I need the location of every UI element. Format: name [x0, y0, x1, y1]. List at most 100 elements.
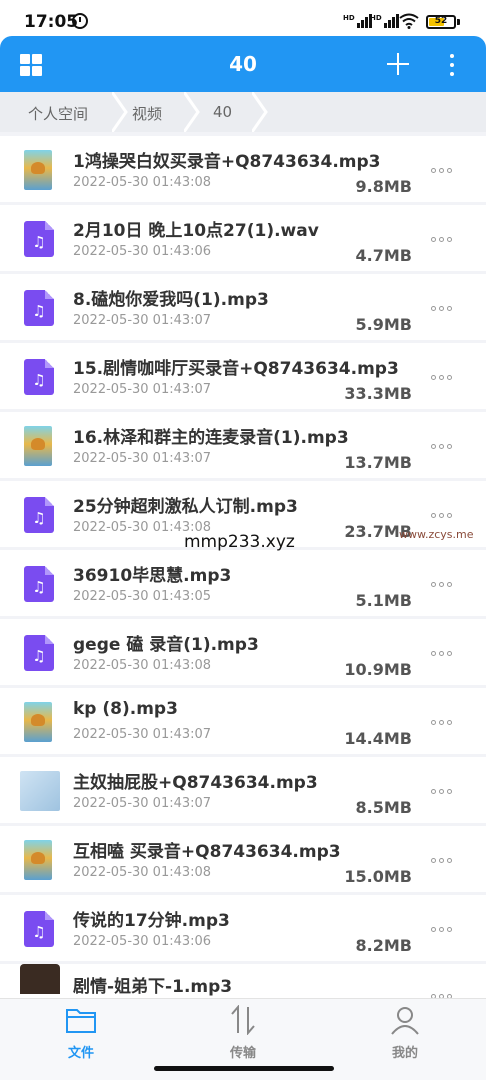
file-date: 2022-05-30 01:43:08	[73, 865, 212, 880]
more-options-icon[interactable]	[431, 649, 453, 657]
file-name: 剧情-姐弟下-1.mp3	[73, 977, 233, 997]
app-header: 40	[0, 36, 486, 92]
more-options-icon[interactable]	[431, 511, 453, 519]
file-name: gege 磕 录音(1).mp3	[73, 635, 259, 655]
breadcrumb-item-personal-space[interactable]: 个人空间	[28, 103, 88, 124]
breadcrumb-chevron-icon	[112, 92, 128, 132]
home-indicator[interactable]	[154, 1066, 334, 1071]
breadcrumb-chevron-icon	[252, 92, 268, 132]
grid-icon[interactable]	[20, 54, 42, 76]
transfer-arrows-icon	[231, 1005, 255, 1035]
nav-label-profile: 我的	[391, 1046, 418, 1061]
battery-level: 52	[434, 16, 448, 26]
file-name: 主奴抽屁股+Q8743634.mp3	[73, 773, 318, 793]
nav-label-transfer: 传输	[229, 1046, 256, 1061]
file-date: 2022-05-30 01:43:08	[73, 658, 212, 673]
list-item[interactable]: ♫ gege 磕 录音(1).mp3 2022-05-30 01:43:08 1…	[0, 619, 486, 685]
file-name: 2月10日 晚上10点27(1).wav	[73, 221, 319, 241]
battery-icon: 52	[426, 15, 456, 29]
more-options-icon[interactable]	[431, 580, 453, 588]
photo-thumbnail	[20, 771, 60, 811]
list-item[interactable]: 16.林泽和群主的连麦录音(1).mp3 2022-05-30 01:43:07…	[0, 412, 486, 478]
signal-1-icon: HD	[343, 14, 372, 28]
file-date: 2022-05-30 01:43:07	[73, 727, 212, 742]
file-size: 13.7MB	[344, 453, 412, 472]
more-options-icon[interactable]	[431, 925, 453, 933]
image-thumbnail	[24, 426, 52, 466]
list-item[interactable]: kp (8).mp3 2022-05-30 01:43:07 14.4MB	[0, 688, 486, 754]
more-options-icon[interactable]	[431, 856, 453, 864]
list-item[interactable]: 主奴抽屁股+Q8743634.mp3 2022-05-30 01:43:07 8…	[0, 757, 486, 823]
audio-file-icon: ♫	[24, 911, 54, 947]
wifi-icon	[399, 13, 419, 29]
file-date: 2022-05-30 01:43:07	[73, 451, 212, 466]
audio-file-icon: ♫	[24, 290, 54, 326]
image-thumbnail	[24, 702, 52, 742]
audio-file-icon: ♫	[24, 497, 54, 533]
file-size: 5.9MB	[355, 315, 412, 334]
list-item[interactable]: 互相嗑 买录音+Q8743634.mp3 2022-05-30 01:43:08…	[0, 826, 486, 892]
file-name: 25分钟超刺激私人订制.mp3	[73, 497, 298, 517]
file-name: 16.林泽和群主的连麦录音(1).mp3	[73, 428, 349, 448]
breadcrumb: 个人空间 视频 40	[0, 92, 486, 132]
audio-file-icon: ♫	[24, 635, 54, 671]
breadcrumb-item-video[interactable]: 视频	[132, 103, 162, 124]
more-options-icon[interactable]	[431, 787, 453, 795]
nav-item-transfer[interactable]: 传输	[162, 999, 324, 1065]
file-date: 2022-05-30 01:43:07	[73, 796, 212, 811]
status-time: 17:05	[24, 12, 79, 32]
list-item[interactable]: ♫ 15.剧情咖啡厅买录音+Q8743634.mp3 2022-05-30 01…	[0, 343, 486, 409]
file-size: 5.1MB	[355, 591, 412, 610]
file-size: 8.2MB	[355, 936, 412, 955]
more-options-icon[interactable]	[431, 718, 453, 726]
face-thumbnail	[20, 964, 60, 994]
person-icon	[391, 1007, 419, 1035]
list-item[interactable]: ♫ 传说的17分钟.mp3 2022-05-30 01:43:06 8.2MB	[0, 895, 486, 961]
more-options-icon[interactable]	[431, 442, 453, 450]
file-size: 33.3MB	[344, 384, 412, 403]
breadcrumb-chevron-icon	[184, 92, 200, 132]
add-icon[interactable]	[387, 53, 409, 75]
audio-file-icon: ♫	[24, 566, 54, 602]
file-date: 2022-05-30 01:43:07	[73, 313, 212, 328]
file-date: 2022-05-30 01:43:05	[73, 589, 212, 604]
file-date: 2022-05-30 01:43:06	[73, 244, 212, 259]
file-date: 2022-05-30 01:43:08	[73, 175, 212, 190]
folder-icon	[66, 1009, 96, 1033]
file-date: 2022-05-30 01:43:07	[73, 382, 212, 397]
hd-label-2: HD	[370, 14, 382, 22]
file-size: 15.0MB	[344, 867, 412, 886]
list-item[interactable]: 1鸿操哭白奴买录音+Q8743634.mp3 2022-05-30 01:43:…	[0, 136, 486, 202]
file-size: 4.7MB	[355, 246, 412, 265]
file-name: 36910毕思慧.mp3	[73, 566, 232, 586]
audio-file-icon: ♫	[24, 221, 54, 257]
page-title: 40	[229, 52, 257, 76]
more-options-icon[interactable]	[431, 235, 453, 243]
file-name: kp (8).mp3	[73, 699, 178, 719]
image-thumbnail	[24, 150, 52, 190]
nav-item-profile[interactable]: 我的	[324, 999, 486, 1065]
alarm-clock-icon	[72, 13, 88, 29]
file-name: 1鸿操哭白奴买录音+Q8743634.mp3	[73, 152, 381, 172]
file-name: 互相嗑 买录音+Q8743634.mp3	[73, 842, 341, 862]
breadcrumb-item-current[interactable]: 40	[213, 103, 232, 121]
more-options-icon[interactable]	[431, 304, 453, 312]
nav-label-files: 文件	[67, 1046, 94, 1061]
battery-tip	[457, 19, 460, 25]
more-options-icon[interactable]	[431, 166, 453, 174]
signal-2-icon: HD	[370, 14, 399, 28]
audio-file-icon: ♫	[24, 359, 54, 395]
more-options-icon[interactable]	[431, 373, 453, 381]
file-size: 10.9MB	[344, 660, 412, 679]
more-vertical-icon[interactable]	[444, 52, 460, 78]
list-item[interactable]: ♫ 2月10日 晚上10点27(1).wav 2022-05-30 01:43:…	[0, 205, 486, 271]
image-thumbnail	[24, 840, 52, 880]
file-size: 8.5MB	[355, 798, 412, 817]
file-date: 2022-05-30 01:43:06	[73, 934, 212, 949]
list-item[interactable]: ♫ 36910毕思慧.mp3 2022-05-30 01:43:05 5.1MB	[0, 550, 486, 616]
nav-item-files[interactable]: 文件	[0, 999, 162, 1065]
file-name: 传说的17分钟.mp3	[73, 911, 230, 931]
list-item[interactable]: ♫ 8.磕炮你爱我吗(1).mp3 2022-05-30 01:43:07 5.…	[0, 274, 486, 340]
file-size: 14.4MB	[344, 729, 412, 748]
file-name: 8.磕炮你爱我吗(1).mp3	[73, 290, 269, 310]
